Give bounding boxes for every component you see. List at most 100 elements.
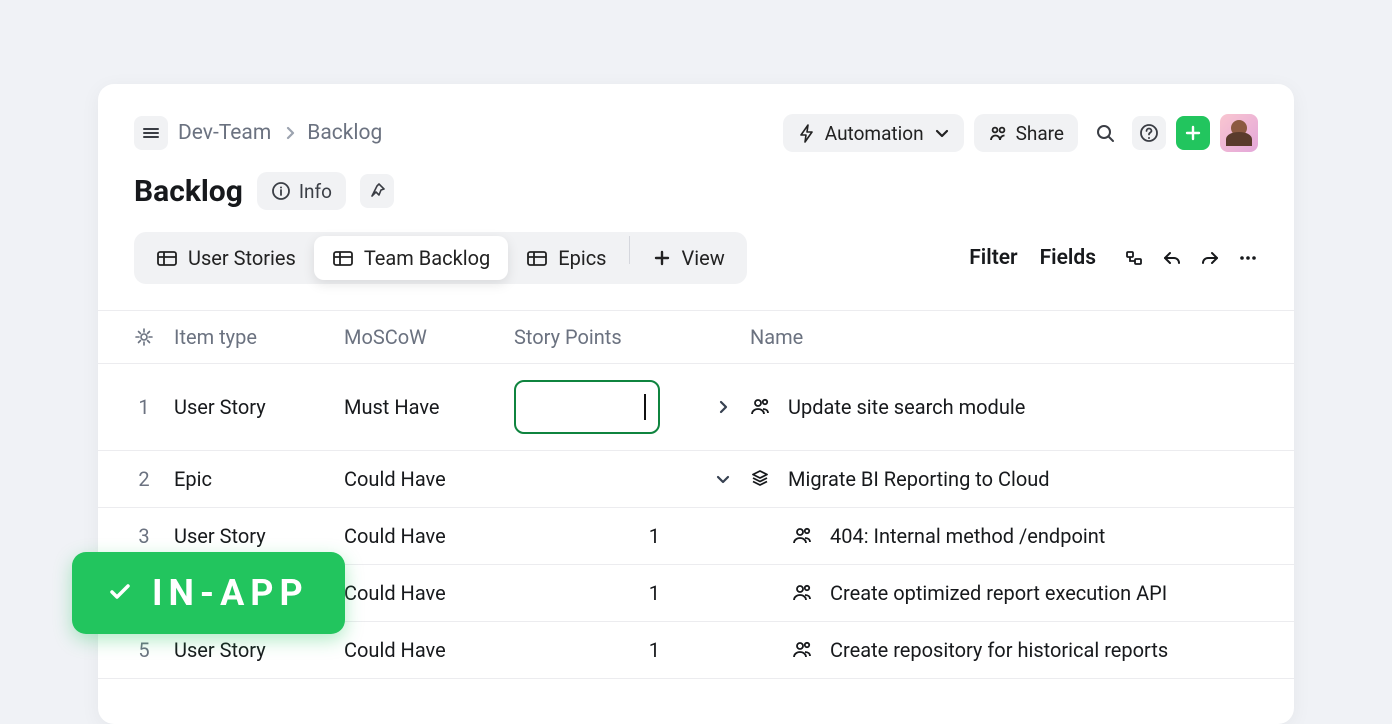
- app-window: Dev-Team Backlog Automation Share Backlo…: [98, 84, 1294, 724]
- table-row[interactable]: 1 User Story Must Have Update site searc…: [98, 364, 1294, 451]
- users-icon: [792, 582, 816, 604]
- cell-item-type: Epic: [174, 467, 344, 491]
- item-name: Create optimized report execution API: [830, 581, 1167, 605]
- cell-item-type: User Story: [174, 524, 344, 548]
- automation-label: Automation: [825, 122, 924, 145]
- item-name: Migrate BI Reporting to Cloud: [788, 467, 1050, 491]
- item-name: 404: Internal method /endpoint: [830, 524, 1105, 548]
- col-item-type[interactable]: Item type: [174, 325, 344, 349]
- tab-group: User Stories Team Backlog Epics View: [134, 232, 747, 284]
- tab-label: View: [682, 246, 725, 270]
- table-row[interactable]: 2 Epic Could Have Migrate BI Reporting t…: [98, 451, 1294, 508]
- tabs-row: User Stories Team Backlog Epics View Fil…: [98, 210, 1294, 284]
- share-icon: [988, 123, 1008, 143]
- share-button[interactable]: Share: [974, 114, 1078, 152]
- search-icon: [1095, 123, 1115, 143]
- tab-add-view[interactable]: View: [634, 236, 743, 280]
- plus-icon: [1183, 123, 1203, 143]
- topbar: Dev-Team Backlog Automation Share: [98, 84, 1294, 152]
- expand-toggle[interactable]: [694, 397, 750, 417]
- automation-button[interactable]: Automation: [783, 114, 964, 152]
- tab-user-stories[interactable]: User Stories: [138, 236, 314, 280]
- table-icon: [526, 248, 548, 268]
- row-index: 2: [114, 467, 174, 491]
- menu-icon: [141, 123, 161, 143]
- cell-story-points[interactable]: 1: [514, 581, 694, 605]
- fields-button[interactable]: Fields: [1040, 246, 1096, 270]
- plus-icon: [652, 248, 672, 268]
- info-label: Info: [299, 180, 332, 203]
- cell-item-type: User Story: [174, 638, 344, 662]
- cell-name[interactable]: Update site search module: [750, 395, 1278, 419]
- col-moscow[interactable]: MoSCoW: [344, 325, 514, 349]
- row-index: 1: [114, 395, 174, 419]
- row-index: 3: [114, 524, 174, 548]
- cell-moscow: Could Have: [344, 524, 514, 548]
- table-icon: [332, 248, 354, 268]
- tab-label: User Stories: [188, 246, 296, 270]
- tab-epics[interactable]: Epics: [508, 236, 624, 280]
- story-points-input[interactable]: [514, 380, 660, 434]
- stack-icon: [750, 468, 774, 490]
- users-icon: [792, 639, 816, 661]
- tab-separator: [629, 236, 630, 264]
- chevron-right-icon: [714, 397, 730, 417]
- breadcrumb-root[interactable]: Dev-Team: [178, 121, 271, 145]
- cell-name[interactable]: 404: Internal method /endpoint: [750, 524, 1278, 548]
- view-actions: Filter Fields: [969, 246, 1258, 270]
- in-app-badge: IN-APP: [72, 552, 345, 634]
- col-story-points[interactable]: Story Points: [514, 325, 694, 349]
- cell-story-points[interactable]: 1: [514, 638, 694, 662]
- cell-moscow: Could Have: [344, 467, 514, 491]
- avatar[interactable]: [1220, 114, 1258, 152]
- col-name[interactable]: Name: [750, 325, 1278, 349]
- tab-label: Team Backlog: [364, 246, 490, 270]
- cell-name[interactable]: Create repository for historical reports: [750, 638, 1278, 662]
- cell-item-type: User Story: [174, 395, 344, 419]
- tab-team-backlog[interactable]: Team Backlog: [314, 236, 508, 280]
- add-button[interactable]: [1176, 116, 1210, 150]
- check-icon: [108, 581, 138, 605]
- item-name: Update site search module: [788, 395, 1025, 419]
- help-button[interactable]: [1132, 116, 1166, 150]
- info-button[interactable]: Info: [257, 172, 346, 210]
- gear-icon: [134, 327, 154, 347]
- info-icon: [271, 181, 291, 201]
- breadcrumb: Dev-Team Backlog: [178, 121, 382, 145]
- row-index: 5: [114, 638, 174, 662]
- tab-label: Epics: [558, 246, 606, 270]
- search-button[interactable]: [1088, 116, 1122, 150]
- expand-toggle[interactable]: [694, 469, 750, 489]
- filter-button[interactable]: Filter: [969, 246, 1017, 270]
- cell-story-points[interactable]: 1: [514, 524, 694, 548]
- help-icon: [1139, 123, 1159, 143]
- chevron-right-icon: [281, 123, 297, 143]
- undo-icon[interactable]: [1162, 248, 1182, 268]
- cell-name[interactable]: Create optimized report execution API: [750, 581, 1278, 605]
- pin-button[interactable]: [360, 174, 394, 208]
- title-row: Backlog Info: [98, 152, 1294, 210]
- item-name: Create repository for historical reports: [830, 638, 1168, 662]
- pin-icon: [367, 181, 387, 201]
- users-icon: [750, 396, 774, 418]
- cell-moscow: Could Have: [344, 581, 514, 605]
- breadcrumb-current[interactable]: Backlog: [307, 121, 382, 145]
- cell-story-points[interactable]: [514, 380, 694, 434]
- share-label: Share: [1016, 122, 1064, 145]
- table-settings-button[interactable]: [114, 327, 174, 347]
- menu-button[interactable]: [134, 116, 168, 150]
- page-title: Backlog: [134, 174, 243, 209]
- redo-icon[interactable]: [1200, 248, 1220, 268]
- cell-name[interactable]: Migrate BI Reporting to Cloud: [750, 467, 1278, 491]
- table-icon: [156, 248, 178, 268]
- bolt-icon: [797, 123, 817, 143]
- users-icon: [792, 525, 816, 547]
- badge-label: IN-APP: [152, 572, 309, 614]
- table-header: Item type MoSCoW Story Points Name: [98, 311, 1294, 364]
- subtasks-icon[interactable]: [1124, 248, 1144, 268]
- chevron-down-icon: [932, 123, 950, 143]
- chevron-down-icon: [713, 469, 731, 489]
- cell-moscow: Must Have: [344, 395, 514, 419]
- cell-moscow: Could Have: [344, 638, 514, 662]
- more-icon[interactable]: [1238, 248, 1258, 268]
